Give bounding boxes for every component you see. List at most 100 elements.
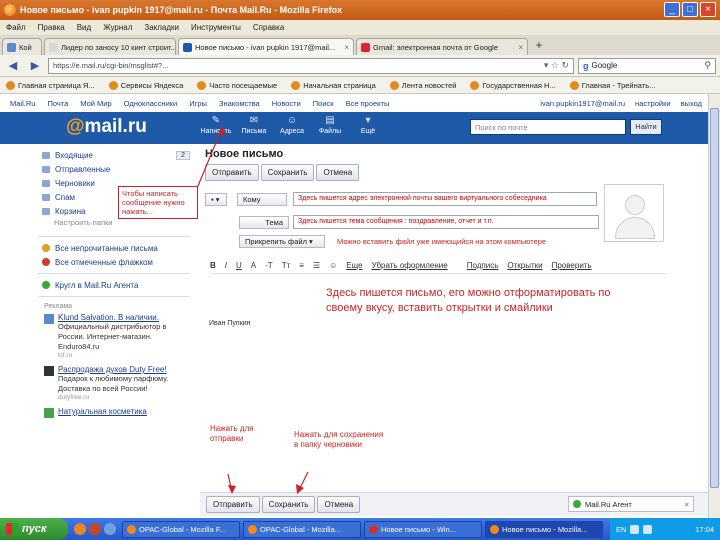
portal-link[interactable]: Поиск: [313, 99, 334, 108]
save-draft-button[interactable]: Сохранить: [260, 164, 315, 181]
bookmark-item[interactable]: Главная - Трейнать...: [569, 80, 655, 90]
bookmark-item[interactable]: Начальная страница: [291, 80, 376, 90]
cancel-button[interactable]: Отмена: [316, 164, 360, 181]
browser-tab[interactable]: Кой: [2, 38, 42, 55]
search-box[interactable]: g Google ⚲: [578, 57, 716, 74]
back-button[interactable]: ◀: [4, 58, 22, 74]
mail-agent-widget[interactable]: Mail.Ru Агент ×: [568, 496, 694, 512]
ad-title[interactable]: Распродажа духов Duty Free!: [58, 365, 184, 374]
browser-tab-active[interactable]: Новое письмо - ivan pupkin 1917@mail... …: [178, 38, 354, 55]
forward-button[interactable]: ▶: [26, 58, 44, 74]
postcards-link[interactable]: Открытки: [507, 261, 542, 270]
bookmark-item[interactable]: Государственная Н...: [470, 80, 556, 90]
write-button[interactable]: ✎ Написать: [200, 114, 232, 135]
portal-link[interactable]: Новости: [272, 99, 301, 108]
letters-button[interactable]: ✉ Письма: [238, 114, 270, 135]
start-button[interactable]: пуск: [0, 518, 68, 540]
folder-inbox[interactable]: Входящие 2: [38, 148, 190, 162]
close-icon[interactable]: ×: [685, 500, 689, 509]
to-label-button[interactable]: Кому: [237, 192, 287, 206]
address-bar[interactable]: https://e.mail.ru/cgi-bin/msglist#?... ▾…: [48, 57, 574, 74]
portal-link[interactable]: Mail.Ru: [10, 99, 35, 108]
tray-icon[interactable]: [630, 524, 640, 534]
menu-help[interactable]: Справка: [253, 23, 284, 32]
flagged-filter[interactable]: Все отмеченные флажком: [38, 255, 190, 269]
underline-button[interactable]: U: [236, 261, 242, 270]
font-button[interactable]: Tт: [282, 261, 291, 270]
to-type-select[interactable]: ▪ ▾: [205, 192, 227, 206]
more-format-button[interactable]: Еще: [346, 261, 362, 270]
opera-quick-icon[interactable]: [89, 523, 101, 535]
mail-agent-link[interactable]: Кругл в Mail.Ru Агента: [38, 278, 190, 292]
browser-tab[interactable]: Gmail: электронная почта от Google ×: [356, 38, 528, 55]
menu-tools[interactable]: Инструменты: [191, 23, 241, 32]
font-size-button[interactable]: -T: [265, 261, 273, 270]
portal-link[interactable]: Мой Мир: [80, 99, 111, 108]
send-button-bottom[interactable]: Отправить: [206, 496, 260, 513]
align-button[interactable]: ≡: [299, 261, 304, 270]
browser-tab[interactable]: Лидер по заносу 10 кинт строит... ×: [44, 38, 176, 55]
logout-link[interactable]: выход: [681, 99, 702, 108]
portal-link[interactable]: Одноклассники: [124, 99, 178, 108]
taskbar-item[interactable]: ОРАС-Global - Mozilla F...: [122, 520, 240, 538]
signature-link[interactable]: Подпись: [467, 261, 499, 270]
new-tab-button[interactable]: +: [530, 38, 548, 55]
firefox-quick-icon[interactable]: [74, 523, 86, 535]
remove-format-link[interactable]: Убрать оформление: [372, 261, 448, 270]
account-email[interactable]: ivan.pupkin1917@mail.ru: [540, 99, 625, 108]
more-button[interactable]: ▾ Ещё: [352, 114, 384, 135]
send-button[interactable]: Отправить: [205, 164, 259, 181]
taskbar-item-active[interactable]: Новое письмо - Mozilla...: [485, 520, 603, 538]
spellcheck-link[interactable]: Проверить: [552, 261, 592, 270]
taskbar-item[interactable]: Новое письмо - Win...: [364, 520, 482, 538]
portal-link[interactable]: Знакомства: [219, 99, 260, 108]
menu-bookmarks[interactable]: Закладки: [144, 23, 179, 32]
close-window-button[interactable]: ×: [700, 2, 716, 17]
ie-quick-icon[interactable]: [104, 523, 116, 535]
configure-folders-link[interactable]: Настроить папки: [38, 218, 190, 232]
bookmark-item[interactable]: Сервисы Яндекса: [108, 80, 183, 90]
portal-link[interactable]: Все проекты: [346, 99, 390, 108]
ad-item[interactable]: Распродажа духов Duty Free! Подарок к лю…: [38, 362, 190, 404]
subject-field[interactable]: Здесь пишется тема сообщения : поздравле…: [293, 215, 599, 229]
bold-button[interactable]: B: [210, 261, 216, 270]
bookmark-item[interactable]: Главная страница Я...: [6, 80, 95, 90]
minimize-button[interactable]: _: [664, 2, 680, 17]
bookmark-item[interactable]: Часто посещаемые: [197, 80, 277, 90]
taskbar-item[interactable]: ОРАС-Global - Mozilla...: [243, 520, 361, 538]
close-tab-icon[interactable]: ×: [518, 43, 523, 52]
ad-item[interactable]: Натуральная косметика: [38, 404, 190, 421]
mail-search-input[interactable]: Поиск по почте: [470, 119, 626, 135]
bookmark-item[interactable]: Лента новостей: [389, 80, 456, 90]
ad-title[interactable]: Натуральная косметика: [58, 407, 147, 416]
mailru-logo[interactable]: @mail.ru: [66, 116, 147, 138]
mail-search-button[interactable]: Найти: [630, 119, 662, 135]
save-draft-button-bottom[interactable]: Сохранить: [261, 496, 316, 513]
files-button[interactable]: ▤ Файлы: [314, 114, 346, 135]
menu-view[interactable]: Вид: [77, 23, 91, 32]
language-indicator[interactable]: EN: [616, 525, 626, 534]
list-button[interactable]: ☰: [313, 261, 320, 270]
menu-edit[interactable]: Правка: [38, 23, 65, 32]
scrollbar-thumb[interactable]: [710, 108, 719, 488]
page-scrollbar[interactable]: [708, 94, 720, 518]
portal-link[interactable]: Игры: [189, 99, 207, 108]
text-color-button[interactable]: A: [251, 261, 256, 270]
contacts-button[interactable]: ☺ Адреса: [276, 114, 308, 135]
tray-icon[interactable]: [643, 524, 653, 534]
settings-link[interactable]: настройки: [635, 99, 671, 108]
folder-sent[interactable]: Отправленные: [38, 162, 190, 176]
dropdown-arrow-icon[interactable]: ▾ ☆ ↻: [544, 60, 569, 71]
ad-item[interactable]: Klund Salvation. В наличии. Официальный …: [38, 310, 190, 362]
search-icon[interactable]: ⚲: [704, 60, 711, 71]
maximize-button[interactable]: □: [682, 2, 698, 17]
portal-link[interactable]: Почта: [47, 99, 68, 108]
cancel-button-bottom[interactable]: Отмена: [317, 496, 361, 513]
menu-file[interactable]: Файл: [6, 23, 26, 32]
ad-title[interactable]: Klund Salvation. В наличии.: [58, 313, 184, 322]
unread-filter[interactable]: Все непрочитанные письма: [38, 241, 190, 255]
italic-button[interactable]: I: [225, 261, 227, 270]
to-field[interactable]: Здесь пишется адрес электронной почты ва…: [293, 192, 597, 206]
attach-file-button[interactable]: Прикрепить файл ▾: [239, 235, 325, 248]
menu-history[interactable]: Журнал: [103, 23, 132, 32]
